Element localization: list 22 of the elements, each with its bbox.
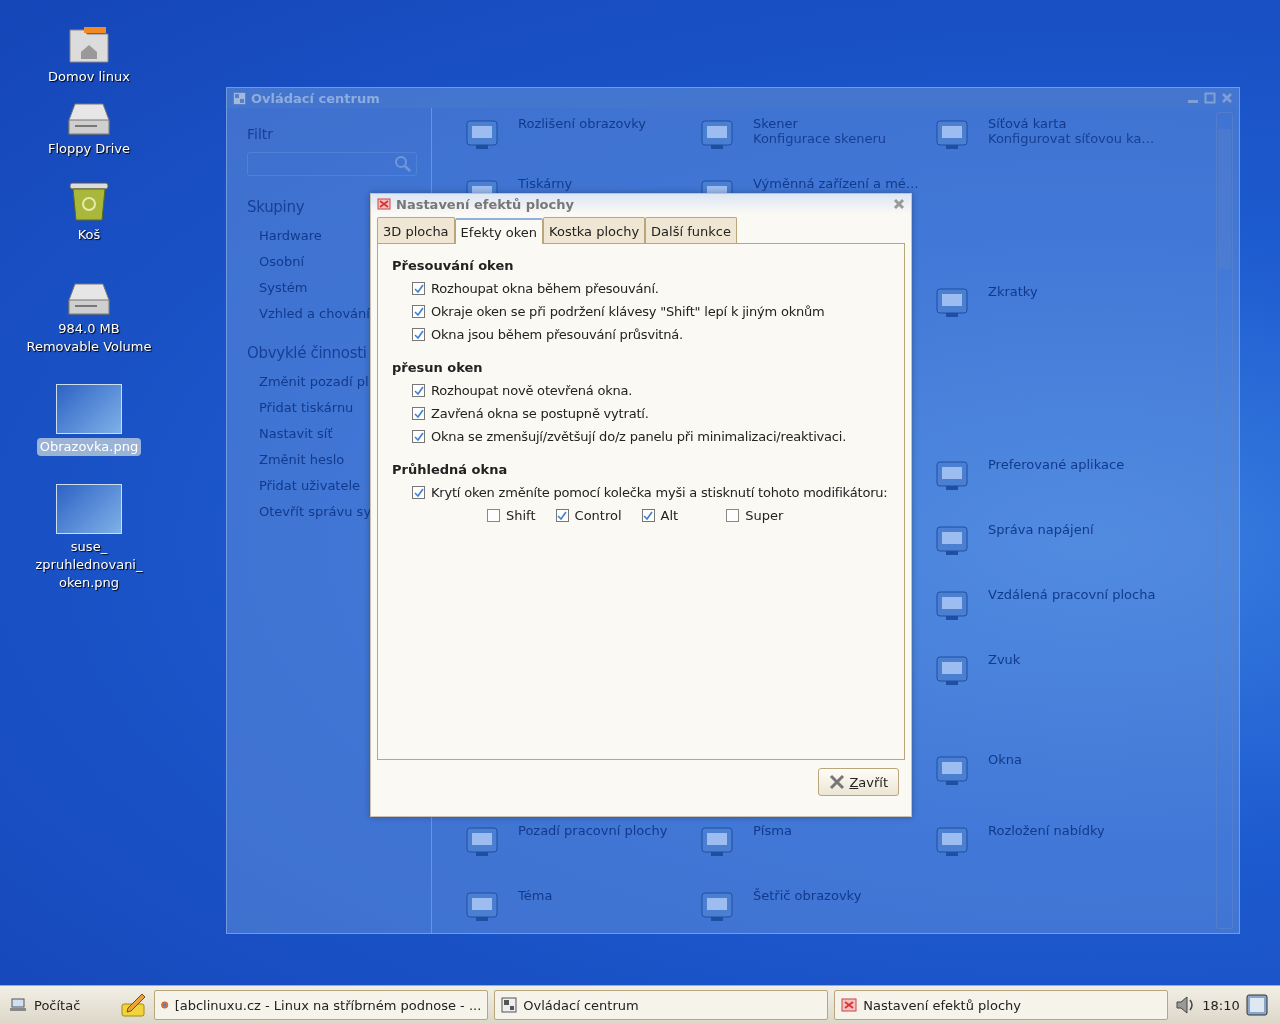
option-label: Okna jsou během přesouvání průsvitná. bbox=[431, 327, 683, 342]
option-label: Rozhoupat nově otevřená okna. bbox=[431, 383, 633, 398]
groups-heading: Skupiny bbox=[247, 198, 305, 216]
applet-description: Konfigurace skeneru bbox=[753, 131, 886, 146]
option-label: Krytí oken změníte pomocí kolečka myši a stisknutí tohoto modifikátoru: bbox=[431, 485, 888, 500]
modifier-label: Super bbox=[745, 508, 784, 523]
tasks-heading: Obvyklé činnosti bbox=[247, 344, 367, 362]
section-heading: Průhledná okna bbox=[392, 462, 509, 477]
modifier-label: Control bbox=[574, 508, 622, 523]
window-title: Ovládací centrum bbox=[251, 90, 380, 106]
section-heading: Přesouvání oken bbox=[392, 258, 515, 273]
option-label: Zavřená okna se postupně vytratí. bbox=[431, 406, 649, 421]
filter-label: Filtr bbox=[247, 126, 274, 142]
option-label: Okraje oken se při podržení klávesy "Shift" lepí k jiným oknům bbox=[431, 304, 825, 319]
clock: 18:10 bbox=[1202, 997, 1240, 1013]
option-label: Rozhoupat okna během přesouvání. bbox=[431, 281, 659, 296]
dialog-title: Nastavení efektů plochy bbox=[396, 196, 574, 212]
modifier-label: Alt bbox=[660, 508, 679, 523]
modifier-label: Shift bbox=[506, 508, 536, 523]
section-heading: přesun oken bbox=[392, 360, 484, 375]
option-label: Okna se zmenšují/zvětšují do/z panelu při minimalizaci/reaktivaci. bbox=[431, 429, 847, 444]
applet-description: Konfigurovat síťovou ka… bbox=[988, 131, 1155, 146]
